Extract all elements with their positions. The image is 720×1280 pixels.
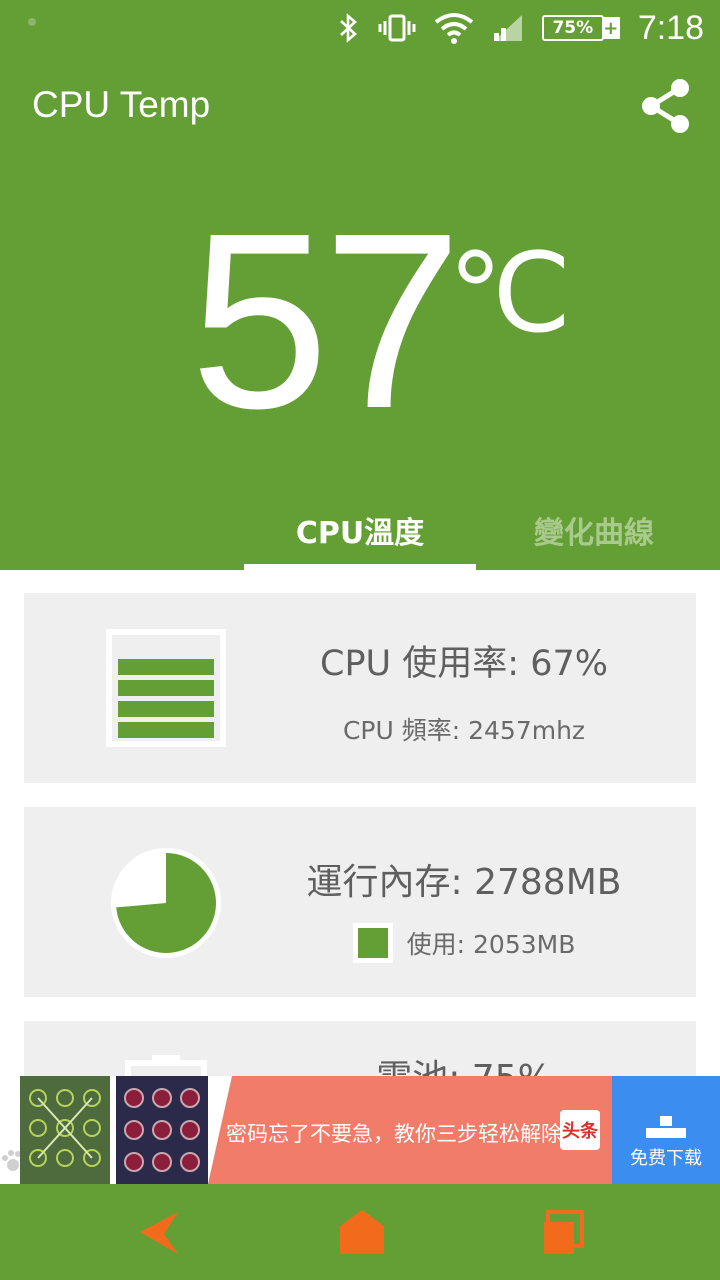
cpu-usage-bar bbox=[118, 701, 214, 717]
status-bar: 75% + 7:18 bbox=[0, 0, 720, 56]
cpu-usage-icon bbox=[106, 629, 226, 747]
ad-pattern-lock-image bbox=[20, 1076, 110, 1184]
status-icons: 75% + 7:18 bbox=[338, 8, 704, 48]
tab-history-curve[interactable]: 變化曲線 bbox=[476, 490, 712, 570]
signal-icon bbox=[493, 15, 522, 41]
cpu-usage-bar bbox=[118, 722, 214, 738]
temperature-value: 57 bbox=[190, 181, 462, 460]
temperature-unit: ℃ bbox=[448, 229, 572, 357]
battery-percent: 75% bbox=[552, 18, 594, 38]
recent-apps-icon[interactable] bbox=[534, 1208, 594, 1258]
clock: 7:18 bbox=[637, 8, 704, 47]
memory-card: 運行內存: 2788MB 使用: 2053MB bbox=[24, 807, 696, 997]
ad-lock-screen-image bbox=[116, 1076, 208, 1184]
ad-text: 密码忘了不要急，教你三步轻松解除 bbox=[226, 1122, 562, 1146]
bluetooth-icon bbox=[339, 13, 357, 43]
home-icon[interactable] bbox=[332, 1208, 392, 1258]
app-title: CPU Temp bbox=[32, 84, 211, 125]
battery-indicator: 75% + bbox=[541, 15, 620, 41]
cpu-usage-card: CPU 使用率: 67% CPU 頻率: 2457mhz bbox=[24, 593, 696, 783]
memory-used-label: 使用: 2053MB bbox=[406, 930, 576, 959]
tab-cpu-temperature[interactable]: CPU溫度 bbox=[244, 490, 476, 570]
app-bar: CPU Temp bbox=[0, 56, 720, 160]
charging-icon: + bbox=[601, 17, 620, 39]
memory-used-row: 使用: 2053MB bbox=[254, 923, 674, 963]
battery-card: 電池: 75% bbox=[24, 1021, 696, 1081]
cpu-frequency: CPU 頻率: 2457mhz bbox=[342, 716, 586, 745]
battery-icon: 75% bbox=[541, 15, 604, 41]
back-icon[interactable] bbox=[134, 1208, 194, 1258]
active-tab-indicator bbox=[244, 564, 476, 570]
temperature-panel: 57 ℃ CPU溫度 變化曲線 bbox=[0, 160, 720, 570]
memory-title: 運行內存: 2788MB bbox=[306, 862, 622, 903]
vibrate-icon bbox=[378, 14, 416, 42]
ad-badge: 头条 bbox=[560, 1110, 600, 1150]
navigation-bar bbox=[0, 1184, 720, 1280]
share-icon[interactable] bbox=[638, 76, 694, 136]
download-icon bbox=[646, 1116, 686, 1138]
cpu-usage-bar bbox=[118, 680, 214, 696]
cpu-usage-title: CPU 使用率: 67% bbox=[320, 644, 608, 684]
ad-download-button[interactable]: 免费下载 bbox=[612, 1076, 720, 1184]
memory-pie-icon bbox=[111, 848, 221, 958]
ad-banner[interactable]: 密码忘了不要急，教你三步轻松解除 头条 免费下载 bbox=[0, 1076, 720, 1184]
wifi-icon bbox=[434, 13, 474, 44]
notification-dot-icon bbox=[28, 18, 36, 26]
ad-download-label: 免费下载 bbox=[630, 1148, 702, 1169]
ad-text-banner[interactable]: 密码忘了不要急，教你三步轻松解除 头条 bbox=[208, 1076, 612, 1184]
cpu-usage-bar bbox=[118, 659, 214, 675]
memory-used-legend-swatch bbox=[352, 923, 393, 963]
